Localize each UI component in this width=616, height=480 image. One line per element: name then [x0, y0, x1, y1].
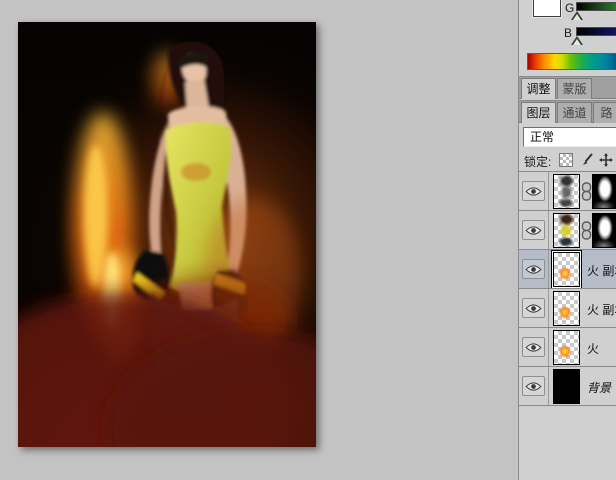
- layer-row-photo-color[interactable]: [519, 211, 616, 250]
- blue-slider-handle[interactable]: [571, 36, 583, 45]
- eye-icon: [525, 303, 542, 313]
- visibility-cell: [519, 367, 549, 405]
- lock-transparency-icon[interactable]: [559, 153, 573, 167]
- lock-label: 锁定:: [524, 155, 552, 169]
- visibility-toggle[interactable]: [522, 220, 545, 240]
- red-mist-glow: [18, 197, 316, 447]
- layer-mask-link-icon: [581, 221, 592, 240]
- visibility-cell: [519, 172, 549, 210]
- layer-row-fire-copy-selected[interactable]: 火 副本: [519, 250, 616, 289]
- visibility-cell: [519, 211, 549, 249]
- green-channel-slider[interactable]: [576, 2, 616, 11]
- adjustments-tabstrip: 调整 蒙版: [519, 76, 616, 99]
- tab-paths[interactable]: 路: [593, 102, 616, 123]
- layer-thumbnail[interactable]: [553, 213, 580, 248]
- visibility-toggle[interactable]: [522, 298, 545, 318]
- lock-pixels-brush-icon[interactable]: [580, 153, 594, 167]
- eye-icon: [525, 381, 542, 391]
- visibility-cell: [519, 250, 549, 288]
- visibility-toggle[interactable]: [522, 376, 545, 396]
- layer-name: 火: [587, 342, 600, 356]
- color-panel: G B: [519, 0, 616, 76]
- blue-channel-slider[interactable]: [576, 27, 616, 36]
- layer-name: 火 副本: [587, 264, 616, 278]
- eye-icon: [525, 186, 542, 196]
- blend-mode-row: 正常: [519, 124, 616, 149]
- layer-thumbnail[interactable]: [553, 252, 580, 287]
- visibility-toggle[interactable]: [522, 181, 545, 201]
- layers-list: 火 副本 火 副本 火: [519, 172, 616, 406]
- document-canvas[interactable]: [18, 22, 316, 447]
- thumbnail-image: [554, 214, 579, 247]
- tab-layers[interactable]: 图层: [521, 102, 556, 123]
- layer-name: 火 副本: [587, 303, 616, 317]
- thumbnail-image: [554, 175, 579, 208]
- eye-icon: [525, 225, 542, 235]
- layer-row-fire[interactable]: 火: [519, 328, 616, 367]
- layer-row-background[interactable]: 背景: [519, 367, 616, 406]
- eye-icon: [525, 342, 542, 352]
- layer-thumbnail[interactable]: [553, 291, 580, 326]
- visibility-cell: [519, 328, 549, 366]
- tab-masks[interactable]: 蒙版: [557, 78, 592, 99]
- lock-position-move-icon[interactable]: [599, 153, 613, 167]
- tab-channels[interactable]: 通道: [557, 102, 592, 123]
- layer-thumbnail[interactable]: [553, 330, 580, 365]
- layer-name: 背景: [587, 381, 612, 395]
- layer-row-fire-copy[interactable]: 火 副本: [519, 289, 616, 328]
- visibility-cell: [519, 289, 549, 327]
- tab-adjustments[interactable]: 调整: [521, 78, 556, 99]
- thumbnail-image: [554, 292, 579, 325]
- layers-tabstrip: 图层 通道 路: [519, 100, 616, 123]
- visibility-toggle[interactable]: [522, 259, 545, 279]
- layer-thumbnail[interactable]: [553, 369, 580, 404]
- thumbnail-image: [554, 331, 579, 364]
- panel-empty-area: [519, 406, 616, 480]
- eye-icon: [525, 264, 542, 274]
- photo-artwork: [18, 41, 316, 447]
- color-spectrum-bar[interactable]: [527, 53, 616, 70]
- thumbnail-image: [554, 253, 579, 286]
- layer-mask-link-icon: [581, 182, 592, 201]
- lock-row: 锁定:: [519, 149, 616, 172]
- green-slider-handle[interactable]: [571, 11, 583, 20]
- foreground-color-swatch[interactable]: [533, 0, 561, 17]
- canvas-workspace: [0, 0, 518, 480]
- layer-row-photo-bw[interactable]: [519, 172, 616, 211]
- blend-mode-select[interactable]: 正常: [523, 127, 616, 147]
- layer-thumbnail[interactable]: [553, 174, 580, 209]
- visibility-toggle[interactable]: [522, 337, 545, 357]
- layer-mask-thumbnail[interactable]: [592, 174, 616, 209]
- right-panel-column: G B 调整 蒙版 图层 通道 路 正常 锁定: 火 副 火 副 火 背景: [518, 0, 616, 480]
- layer-mask-thumbnail[interactable]: [592, 213, 616, 248]
